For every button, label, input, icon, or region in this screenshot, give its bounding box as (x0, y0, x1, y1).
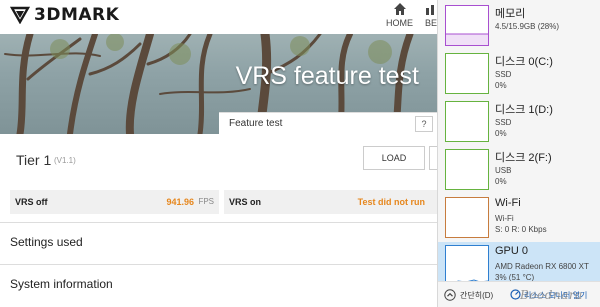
perf-item-detail: USB (495, 166, 512, 175)
perf-item[interactable]: 디스크 0(C:) SSD 0% (438, 50, 600, 98)
3dmark-window: 3DMARK HOME BE VRS feature test Feature … (0, 0, 437, 307)
perf-item[interactable]: 디스크 1(D:) SSD 0% (438, 98, 600, 146)
perf-graph-thumbnail (445, 53, 489, 94)
perf-item-usage: S: 0 R: 0 Kbps (495, 225, 547, 234)
perf-item-usage: 0% (495, 129, 507, 138)
task-manager-sidebar: 메모리 4.5/15.9GB (28%) 디스크 0(C:) SSD 0% 디스크 1(D… (437, 0, 600, 307)
perf-item-detail: SSD (495, 118, 512, 127)
fewer-details-button[interactable]: 간단히(D) (460, 290, 493, 301)
perf-item-detail: Wi-Fi (495, 214, 514, 223)
help-button[interactable]: ? (415, 116, 433, 132)
settings-used-section[interactable]: Settings used (0, 222, 437, 262)
result-vrs-off-unit: FPS (198, 197, 214, 206)
nav-benchmarks[interactable]: BE (424, 2, 437, 28)
perf-item-usage: 0% (495, 177, 507, 186)
3dmark-logo-icon (10, 6, 30, 24)
perf-item[interactable]: Wi-Fi Wi-Fi S: 0 R: 0 Kbps (438, 194, 600, 242)
perf-item-detail: 4.5/15.9GB (28%) (495, 22, 560, 31)
perf-item-name: GPU 0 (495, 245, 529, 257)
chevron-up-icon[interactable] (444, 289, 456, 301)
3dmark-logo[interactable]: 3DMARK (10, 5, 119, 25)
tier-version: (V1.1) (54, 156, 76, 165)
save-button-partial[interactable] (429, 146, 437, 170)
perf-item-detail: AMD Radeon RX 6800 XT (495, 262, 589, 271)
perf-graph-thumbnail (445, 149, 489, 190)
perf-item-name: 메모리 (495, 8, 526, 20)
nav-home[interactable]: HOME (386, 2, 413, 28)
result-vrs-off: VRS off 941.96 FPS (10, 190, 219, 214)
perf-item[interactable]: 디스크 2(F:) USB 0% (438, 146, 600, 194)
feature-test-label: Feature test (229, 118, 283, 129)
top-bar: 3DMARK HOME BE (0, 0, 437, 34)
watermark: Boodnara (520, 288, 583, 302)
result-vrs-on-label: VRS on (229, 197, 262, 207)
result-vrs-off-value: 941.96 (166, 197, 194, 207)
tier-header: Tier 1 (V1.1) LOAD (0, 134, 437, 186)
result-vrs-on: VRS on Test did not run (224, 190, 437, 214)
result-vrs-on-value: Test did not run (357, 197, 425, 207)
perf-item-name: 디스크 1(D:) (495, 104, 553, 116)
perf-item-usage: 0% (495, 81, 507, 90)
perf-graph-thumbnail (445, 5, 489, 46)
settings-used-title: Settings used (10, 235, 83, 249)
tier-title: Tier 1 (16, 152, 52, 168)
result-vrs-off-label: VRS off (15, 197, 48, 207)
system-information-section[interactable]: System information (0, 264, 437, 304)
nav-benchmarks-label: BE (424, 18, 437, 28)
benchmarks-icon (426, 5, 434, 15)
perf-item-name: 디스크 2(F:) (495, 152, 552, 164)
perf-item-name: 디스크 0(C:) (495, 56, 553, 68)
nav-home-label: HOME (386, 18, 413, 28)
load-button[interactable]: LOAD (363, 146, 425, 170)
feature-test-tab[interactable]: Feature test ? (219, 112, 437, 134)
perf-item-name: Wi-Fi (495, 197, 521, 209)
page-title: VRS feature test (235, 62, 419, 90)
perf-graph-thumbnail (445, 197, 489, 238)
home-icon (393, 3, 406, 15)
logo-text: 3DMARK (34, 5, 120, 25)
perf-graph-thumbnail (445, 245, 489, 286)
perf-item[interactable]: 메모리 4.5/15.9GB (28%) (438, 2, 600, 50)
system-information-title: System information (10, 277, 113, 291)
perf-graph-thumbnail (445, 101, 489, 142)
perf-item-detail: SSD (495, 70, 512, 79)
